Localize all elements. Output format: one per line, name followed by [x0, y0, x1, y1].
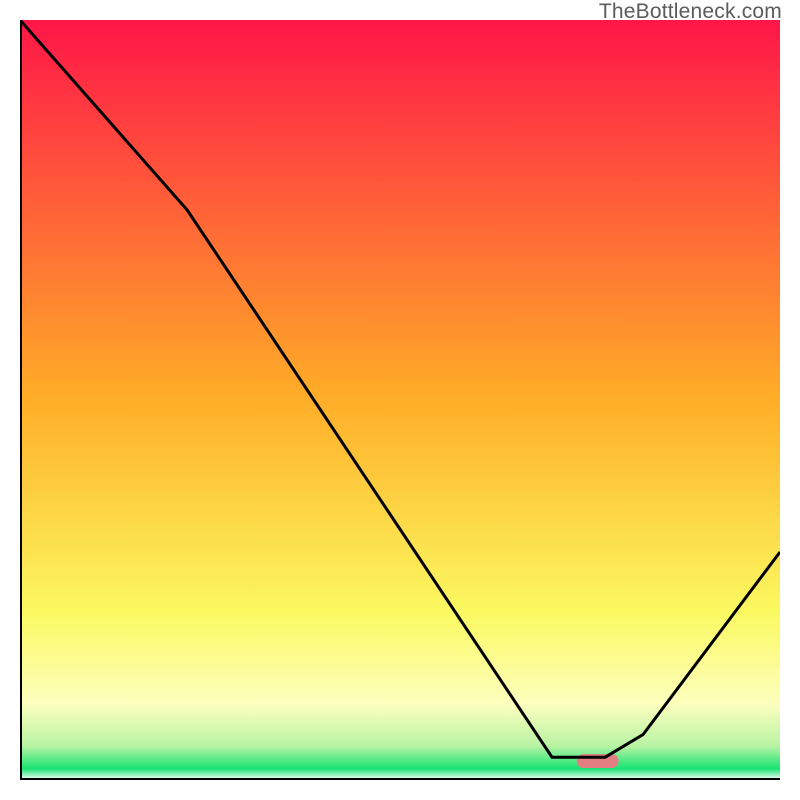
bottleneck-chart: [20, 20, 780, 780]
chart-container: [20, 20, 780, 780]
gradient-background: [20, 20, 780, 780]
